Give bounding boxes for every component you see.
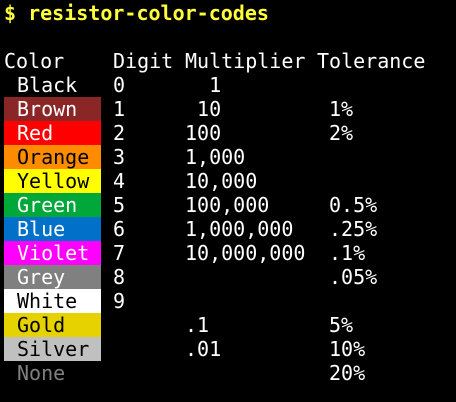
tolerance-cell: 20% [329, 361, 366, 385]
tolerance-cell: 10% [329, 337, 366, 361]
table-row: Silver .01 10% [0, 337, 456, 361]
digit-cell: 1 [113, 97, 126, 121]
header-digit: Digit [113, 49, 174, 73]
color-swatch: Brown [4, 97, 101, 121]
color-swatch: White [4, 289, 101, 313]
table-row: Black 0 1 [0, 73, 456, 97]
multiplier-cell: .01 [185, 337, 222, 361]
digit-cell: 2 [113, 121, 126, 145]
header-color: Color [4, 49, 65, 73]
digit-cell: 6 [113, 217, 126, 241]
command-prompt: $ resistor-color-codes [4, 1, 269, 25]
color-swatch: Orange [4, 145, 101, 169]
table-row: None 20% [0, 361, 456, 385]
digit-cell: 8 [113, 265, 126, 289]
multiplier-cell: .1 [185, 313, 210, 337]
digit-cell: 4 [113, 169, 126, 193]
header-tolerance: Tolerance [317, 49, 426, 73]
color-swatch: Violet [4, 241, 101, 265]
multiplier-cell: 100 [185, 121, 222, 145]
digit-cell: 9 [113, 289, 126, 313]
color-swatch: Grey [4, 265, 101, 289]
table-row: Grey 8 .05% [0, 265, 456, 289]
multiplier-cell: 10,000,000 [185, 241, 306, 265]
digit-cell: 0 [113, 73, 126, 97]
table-row: Gold .1 5% [0, 313, 456, 337]
digit-cell: 3 [113, 145, 126, 169]
color-swatch: Silver [4, 337, 101, 361]
table-row: Red 2 100 2% [0, 121, 456, 145]
table-row: Brown 1 10 1% [0, 97, 456, 121]
tolerance-cell: .1% [329, 241, 366, 265]
color-swatch: Yellow [4, 169, 101, 193]
table-row: Green 5 100,000 0.5% [0, 193, 456, 217]
color-swatch: Black [4, 73, 101, 97]
tolerance-cell: .25% [329, 217, 378, 241]
tolerance-cell: .05% [329, 265, 378, 289]
tolerance-cell: 2% [329, 121, 354, 145]
table-row: Violet 7 10,000,000 .1% [0, 241, 456, 265]
multiplier-cell: 100,000 [185, 193, 270, 217]
tolerance-cell: 5% [329, 313, 354, 337]
multiplier-cell: 1,000,000 [185, 217, 294, 241]
multiplier-cell: 10 [185, 97, 222, 121]
header-multiplier: Multiplier [185, 49, 306, 73]
color-swatch: Gold [4, 313, 101, 337]
digit-cell: 5 [113, 193, 126, 217]
table-row: Blue 6 1,000,000 .25% [0, 217, 456, 241]
color-swatch: Blue [4, 217, 101, 241]
color-swatch: None [4, 361, 101, 385]
color-swatch: Green [4, 193, 101, 217]
tolerance-cell: 0.5% [329, 193, 378, 217]
table-row: Orange 3 1,000 [0, 145, 456, 169]
multiplier-cell: 1 [185, 73, 222, 97]
digit-cell: 7 [113, 241, 126, 265]
tolerance-cell: 1% [329, 97, 354, 121]
multiplier-cell: 1,000 [185, 145, 246, 169]
multiplier-cell: 10,000 [185, 169, 258, 193]
color-swatch: Red [4, 121, 101, 145]
table-row: Yellow 4 10,000 [0, 169, 456, 193]
table-row: White 9 [0, 289, 456, 313]
